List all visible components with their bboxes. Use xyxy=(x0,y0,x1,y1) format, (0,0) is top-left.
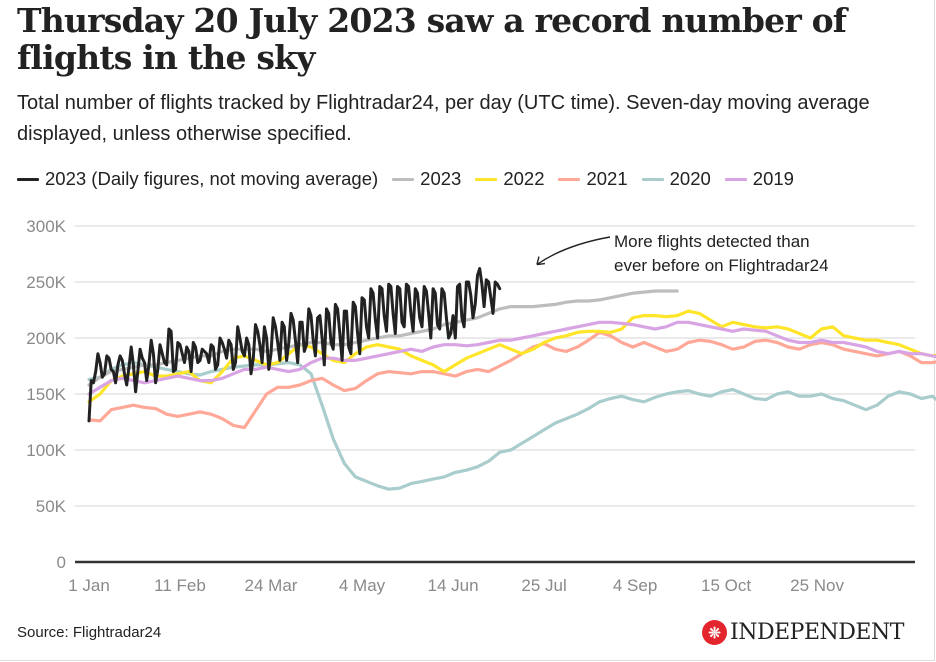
legend-item: 2019 xyxy=(724,168,794,190)
x-tick-label: 25 Nov xyxy=(790,576,844,595)
logo-text: INDEPENDENT xyxy=(730,620,904,645)
legend: 2023 (Daily figures, not moving average)… xyxy=(17,168,808,190)
x-tick-label: 4 Sep xyxy=(613,576,657,595)
annotation-text: ever before on Flightradar24 xyxy=(614,256,829,275)
publisher-logo: ❊ INDEPENDENT xyxy=(702,620,904,645)
legend-label: 2021 xyxy=(586,168,628,189)
legend-swatch xyxy=(558,177,581,181)
y-tick-label: 100K xyxy=(26,441,66,460)
line-chart: 0 50K 100K 150K 200K 250K 300K 1 Jan 11 Feb 24 Ma… xyxy=(26,217,936,595)
x-tick-label: 11 Feb xyxy=(154,576,206,595)
legend-label: 2023 (Daily figures, not moving average) xyxy=(45,168,379,189)
y-tick-label: 50K xyxy=(36,497,67,516)
legend-swatch xyxy=(17,177,39,181)
source-note: Source: Flightradar24 xyxy=(17,624,162,641)
x-tick-label: 4 May xyxy=(339,576,386,595)
chart-title: Thursday 20 July 2023 saw a record numbe… xyxy=(17,1,847,77)
y-tick-label: 250K xyxy=(26,273,66,292)
series-line-2020 xyxy=(87,361,936,491)
x-tick-label: 15 Oct xyxy=(701,576,751,595)
eagle-icon: ❊ xyxy=(702,620,727,645)
legend-label: 2019 xyxy=(752,168,794,189)
legend-swatch xyxy=(724,177,747,181)
y-tick-label: 200K xyxy=(26,329,66,348)
legend-swatch xyxy=(475,177,498,181)
legend-swatch xyxy=(392,177,415,181)
annotation-arrow xyxy=(536,236,611,266)
annotation-text: More flights detected than xyxy=(614,232,810,251)
legend-item: 2023 (Daily figures, not moving average) xyxy=(17,168,378,190)
y-tick-label: 0 xyxy=(57,553,66,572)
series-line-2022 xyxy=(87,309,936,404)
y-tick-label: 300K xyxy=(26,217,66,236)
chart-subtitle: Total number of flights tracked by Fligh… xyxy=(17,92,870,145)
legend-item: 2020 xyxy=(641,168,711,190)
legend-label: 2022 xyxy=(503,168,545,189)
legend-swatch xyxy=(641,177,664,181)
x-tick-label: 24 Mar xyxy=(245,576,298,595)
legend-item: 2023 xyxy=(392,168,461,190)
legend-item: 2021 xyxy=(558,168,628,190)
legend-label: 2020 xyxy=(669,168,711,189)
x-tick-label: 14 Jun xyxy=(428,576,479,595)
x-tick-label: 1 Jan xyxy=(68,576,110,595)
legend-item: 2022 xyxy=(475,168,544,190)
legend-label: 2023 xyxy=(420,168,462,189)
x-tick-label: 25 Jul xyxy=(521,576,566,595)
y-tick-label: 150K xyxy=(26,385,66,404)
